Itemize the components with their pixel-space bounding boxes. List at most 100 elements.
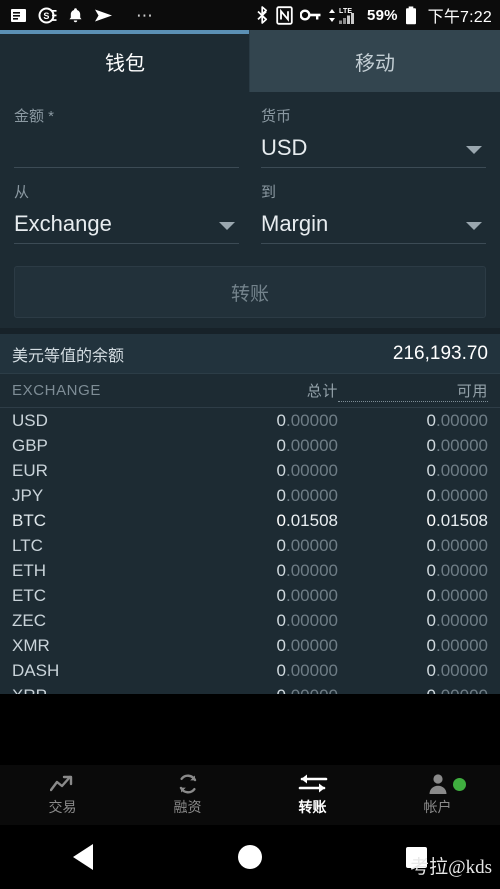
column-header-available[interactable]: 可用 (338, 380, 488, 402)
table-row[interactable]: USD 0.00000 0.00000 (0, 408, 500, 433)
row-symbol: USD (12, 410, 48, 430)
table-row[interactable]: JPY 0.00000 0.00000 (0, 483, 500, 508)
recents-square-icon (406, 846, 428, 868)
android-recents-button[interactable] (333, 846, 500, 868)
android-home-button[interactable] (167, 845, 334, 869)
row-total: 0.00000 (276, 435, 338, 455)
row-available: 0.00000 (426, 635, 488, 655)
exchange-balances-table[interactable]: EXCHANGE 总计 可用 USD 0.00000 0.00000 GBP 0.000… (0, 374, 500, 694)
row-total: 0.01508 (276, 510, 338, 530)
row-total: 0.00000 (188, 686, 338, 695)
table-row[interactable]: DASH 0.00000 0.00000 (0, 658, 500, 683)
android-back-button[interactable] (0, 844, 167, 870)
tab-move-label: 移动 (355, 52, 395, 75)
clock-label: 下午7:22 (427, 9, 492, 26)
tab-wallet[interactable]: 钱包 (0, 30, 250, 92)
table-row[interactable]: ETC 0.00000 0.00000 (0, 583, 500, 608)
nav-item-account-label: 帐户 (423, 799, 452, 815)
nav-item-trade[interactable]: 交易 (0, 765, 125, 825)
nav-item-account[interactable]: 帐户 (375, 765, 500, 825)
table-row[interactable]: XRP0.000000.00000 (0, 683, 500, 695)
column-header-total[interactable]: 总计 (188, 380, 338, 401)
refresh-icon (177, 773, 199, 795)
balance-label: 美元等值的余额 (12, 347, 125, 365)
tab-move[interactable]: 移动 (250, 30, 500, 92)
nav-item-transfer-label: 转账 (298, 799, 327, 815)
nav-item-funding-label: 融资 (173, 799, 202, 815)
row-available: 0.00000 (426, 610, 488, 630)
table-row[interactable]: ZEC 0.00000 0.00000 (0, 608, 500, 633)
back-triangle-icon (73, 844, 94, 870)
row-symbol: XRP (12, 686, 188, 695)
from-select[interactable]: Exchange (14, 204, 239, 244)
table-header-row: EXCHANGE 总计 可用 (0, 374, 500, 408)
amount-field-group: 金额 * (14, 106, 239, 168)
to-select-group: 到 Margin (261, 182, 486, 244)
row-available: 0.00000 (426, 660, 488, 680)
amount-label: 金额 * (14, 108, 55, 125)
battery-percent-label: 59% (367, 6, 398, 24)
row-symbol: GBP (12, 435, 48, 455)
row-available: 0.00000 (426, 435, 488, 455)
row-available: 0.00000 (426, 485, 488, 505)
tab-divider (249, 30, 250, 92)
from-select-group: 从 Exchange (14, 182, 239, 244)
table-row[interactable]: BTC 0.01508 0.01508 (0, 508, 500, 533)
bottom-navigation: 交易 融资 转账 帐户 (0, 765, 500, 825)
nav-item-trade-label: 交易 (48, 799, 77, 815)
row-total: 0.00000 (276, 610, 338, 630)
currency-value: USD (261, 135, 308, 160)
trend-up-icon (49, 773, 76, 795)
table-row[interactable]: LTC 0.00000 0.00000 (0, 533, 500, 558)
row-total: 0.00000 (276, 560, 338, 580)
row-symbol: XMR (12, 635, 50, 655)
svg-text:LTE: LTE (339, 8, 352, 15)
transfer-arrows-icon (298, 773, 328, 795)
amount-input[interactable] (14, 128, 239, 168)
nav-item-funding[interactable]: 融资 (125, 765, 250, 825)
balance-value: 216,193.70 (392, 342, 488, 364)
row-available: 0.00000 (426, 410, 488, 430)
vpn-key-icon (300, 8, 321, 22)
row-symbol: LTC (12, 535, 43, 555)
table-row[interactable]: EUR 0.00000 0.00000 (0, 458, 500, 483)
row-symbol: ETH (12, 560, 46, 580)
wallet-tab-bar: 钱包 移动 (0, 30, 500, 92)
table-row[interactable]: ETH 0.00000 0.00000 (0, 558, 500, 583)
table-row[interactable]: XMR 0.00000 0.00000 (0, 633, 500, 658)
transfer-form: 金额 * 货币 USD 从 Exchange 到 Margin 转账 (0, 92, 500, 328)
row-symbol: ETC (12, 585, 46, 605)
bell-icon (68, 7, 83, 24)
transfer-submit-button[interactable]: 转账 (14, 266, 486, 318)
row-available: 0.01508 (426, 510, 488, 530)
row-symbol: DASH (12, 660, 60, 680)
row-total: 0.00000 (276, 410, 338, 430)
currency-select[interactable]: USD (261, 128, 486, 168)
to-select[interactable]: Margin (261, 204, 486, 244)
person-icon (428, 773, 448, 795)
from-value: Exchange (14, 211, 112, 236)
online-status-badge (453, 778, 466, 791)
chevron-down-icon (466, 221, 482, 230)
nfc-icon (276, 5, 293, 25)
from-label: 从 (14, 184, 30, 201)
column-header-exchange: EXCHANGE (12, 382, 101, 399)
tab-wallet-label: 钱包 (105, 52, 145, 75)
row-total: 0.00000 (276, 460, 338, 480)
row-total: 0.00000 (276, 585, 338, 605)
form-row-amount-currency: 金额 * 货币 USD (14, 106, 486, 168)
nav-item-transfer[interactable]: 转账 (250, 765, 375, 825)
row-symbol: ZEC (12, 610, 46, 630)
currency-label: 货币 (261, 108, 292, 125)
table-row[interactable]: GBP 0.00000 0.00000 (0, 433, 500, 458)
more-dots-icon: ⋯ (136, 5, 155, 25)
row-total: 0.00000 (276, 660, 338, 680)
s-badge-icon: S (38, 7, 57, 24)
send-icon (94, 8, 113, 23)
row-symbol: JPY (12, 485, 44, 505)
to-value: Margin (261, 211, 329, 236)
chevron-down-icon (219, 221, 235, 230)
row-symbol: EUR (12, 460, 48, 480)
lte-signal-icon: LTE (328, 6, 358, 25)
home-circle-icon (238, 845, 262, 869)
